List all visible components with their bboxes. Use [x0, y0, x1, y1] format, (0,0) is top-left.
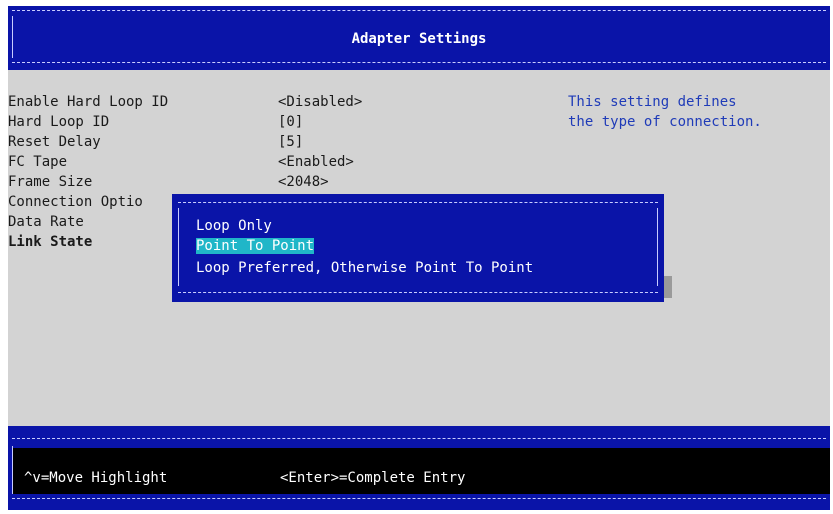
connection-options-popup: Loop Only Point To Point Loop Preferred,… [172, 194, 664, 302]
option-label: Loop Only [196, 218, 272, 234]
title-rule-top [12, 10, 826, 11]
popup-rule-bottom [178, 292, 658, 293]
bios-screen: Adapter Settings Enable Hard Loop ID <Di… [8, 6, 830, 510]
popup-border-right [657, 208, 658, 286]
help-text: This setting defines the type of connect… [568, 92, 762, 132]
setting-value[interactable]: [0] [278, 112, 303, 132]
option-label: Loop Preferred, Otherwise Point To Point [196, 260, 534, 276]
title-bar: Adapter Settings [8, 6, 830, 70]
option-loop-only[interactable]: Loop Only [196, 216, 272, 236]
help-bar: ^v=Move Highlight <Enter>=Complete Entry [8, 426, 830, 510]
option-loop-preferred[interactable]: Loop Preferred, Otherwise Point To Point [196, 258, 533, 278]
setting-label: Connection Optio [8, 194, 143, 210]
page-title: Adapter Settings [351, 31, 487, 47]
setting-label: Hard Loop ID [8, 114, 110, 130]
option-point-to-point[interactable]: Point To Point [196, 236, 315, 256]
popup-border-left [178, 208, 179, 286]
setting-label: Enable Hard Loop ID [8, 94, 169, 110]
setting-value[interactable]: [5] [278, 132, 303, 152]
setting-value[interactable]: <Enabled> [278, 152, 354, 172]
setting-label: Link State [8, 234, 93, 250]
help-line: the type of connection. [568, 114, 762, 130]
help-bar-panel: ^v=Move Highlight <Enter>=Complete Entry [12, 448, 830, 494]
setting-value[interactable]: <2048> [278, 172, 329, 192]
help-bar-rule-top [12, 438, 826, 439]
setting-label: FC Tape [8, 154, 68, 170]
help-bar-border-left [12, 446, 13, 494]
setting-label: Reset Delay [8, 134, 101, 150]
help-bar-rule-bottom [12, 498, 826, 499]
setting-label: Data Rate [8, 214, 84, 230]
setting-value[interactable]: <Disabled> [278, 92, 362, 112]
help-line: This setting defines [568, 94, 737, 110]
title-rule-bottom [12, 62, 826, 63]
setting-label: Frame Size [8, 174, 93, 190]
option-label: Point To Point [196, 238, 315, 254]
popup-shadow [664, 276, 672, 298]
popup-rule-top [178, 202, 658, 203]
complete-entry-hint: <Enter>=Complete Entry [280, 470, 466, 486]
move-highlight-hint: ^v=Move Highlight [24, 470, 168, 486]
